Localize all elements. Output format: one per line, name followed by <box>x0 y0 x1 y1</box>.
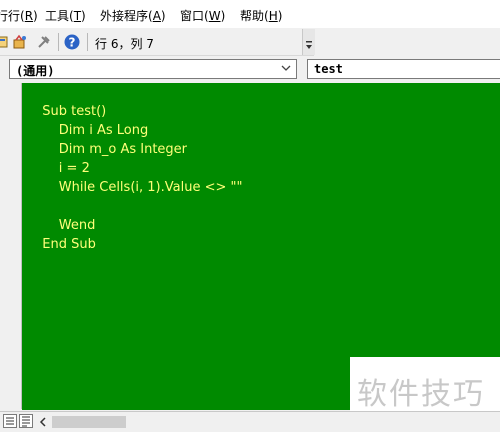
menu-addins[interactable]: 外接程序(A) <box>100 7 166 24</box>
menu-tools-key: T <box>73 9 82 23</box>
menu-help-key: H <box>268 9 278 23</box>
menu-window[interactable]: 窗口(W) <box>180 7 225 24</box>
menu-addins-key: A <box>152 9 161 23</box>
menu-help[interactable]: 帮助(H) <box>240 7 282 24</box>
cursor-position: 行 6，列 7 <box>95 37 154 51</box>
wrench-icon[interactable] <box>36 34 52 50</box>
menu-window-key: W <box>208 9 221 23</box>
procedure-combobox[interactable]: test <box>307 59 500 79</box>
menu-tools[interactable]: 工具(T) <box>45 7 86 24</box>
code-line[interactable]: While Cells(i, 1).Value <> "" <box>34 164 243 196</box>
watermark: 软件技巧 <box>350 357 500 412</box>
toolbar-options-grip[interactable] <box>302 29 315 55</box>
full-module-view-button[interactable] <box>19 414 33 428</box>
object-combobox-value: (通用) <box>16 64 55 78</box>
standard-toolbar: ? 行 6，列 7 <box>0 29 314 56</box>
object-browser-icon[interactable] <box>0 34 10 50</box>
menu-run-key: R <box>24 9 34 23</box>
toolbox-icon[interactable] <box>12 34 28 50</box>
procedure-combobox-value: test <box>314 62 343 76</box>
full-module-view-icon <box>22 416 30 427</box>
menu-run[interactable]: 行行(R) <box>0 7 38 24</box>
scroll-left-arrow-icon[interactable] <box>37 415 49 429</box>
menu-run-label: 行行 <box>0 9 21 23</box>
object-combobox[interactable]: (通用) <box>9 59 297 79</box>
menu-tools-label: 工具 <box>45 9 70 23</box>
code-line-text: While Cells(i, 1).Value <> "" <box>42 180 243 195</box>
menu-addins-label: 外接程序 <box>100 9 149 23</box>
toolbar-separator <box>58 33 59 51</box>
editor-bottom-bar <box>0 411 500 432</box>
menu-help-label: 帮助 <box>240 9 265 23</box>
margin-indicator-bar[interactable] <box>1 83 22 409</box>
chevron-down-icon <box>281 65 291 71</box>
help-icon[interactable]: ? <box>64 34 80 50</box>
procedure-view-button[interactable] <box>3 414 17 428</box>
code-line-text: End Sub <box>42 237 96 252</box>
chevron-down-icon <box>306 41 312 49</box>
menu-window-label: 窗口 <box>180 9 205 23</box>
menu-bar: 行行(R) 工具(T) 外接程序(A) 窗口(W) 帮助(H) <box>0 0 500 28</box>
svg-text:?: ? <box>69 36 76 50</box>
watermark-text: 软件技巧 <box>357 377 485 412</box>
code-line[interactable]: End Sub <box>34 221 96 253</box>
toolbar-separator <box>87 33 88 51</box>
procedure-view-icon <box>6 417 14 425</box>
horizontal-scrollbar-thumb[interactable] <box>52 416 126 428</box>
